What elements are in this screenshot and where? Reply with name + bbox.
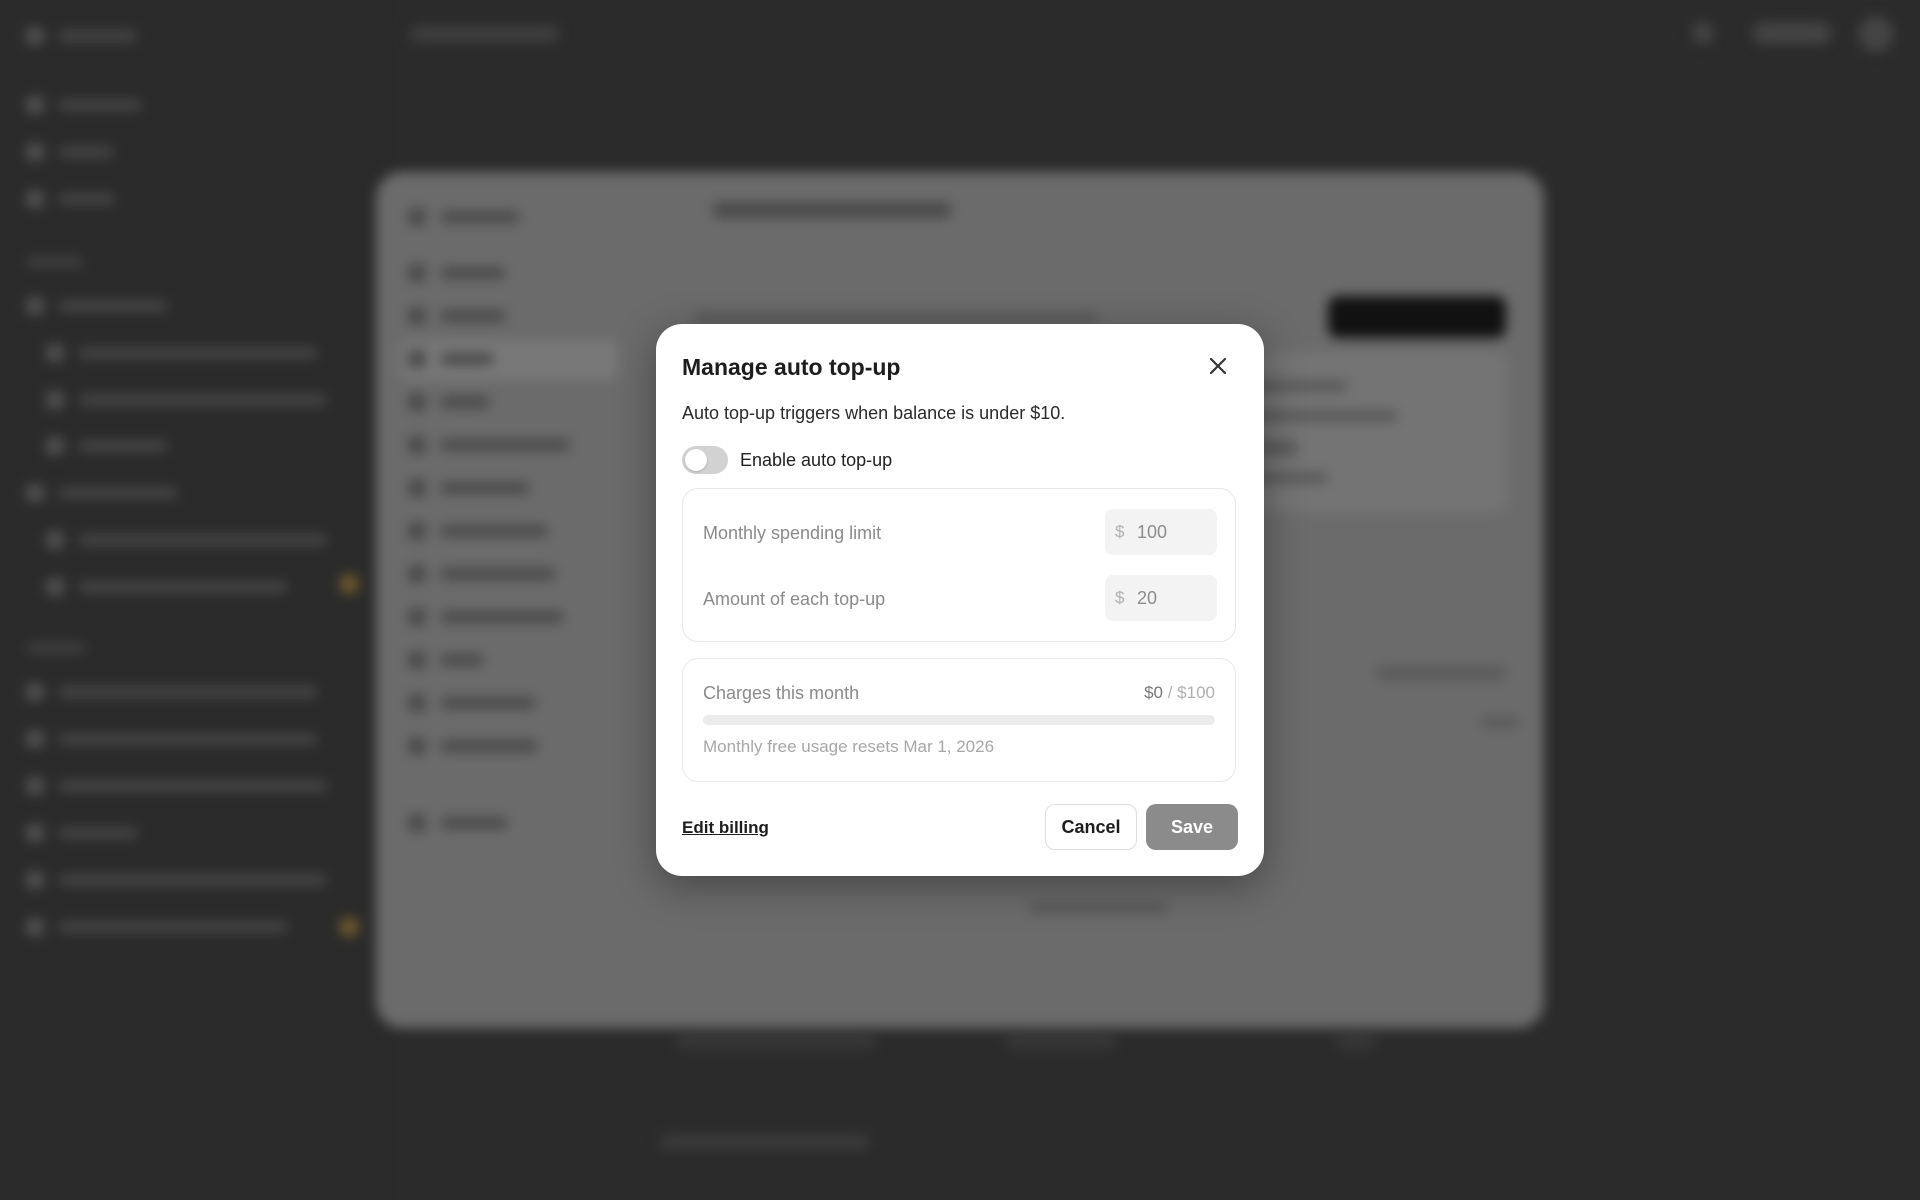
background-avatar	[1858, 16, 1894, 52]
bg-modal-row	[408, 649, 484, 671]
bg-modal-row	[408, 348, 494, 370]
sidebar-row	[26, 727, 318, 751]
sidebar-badge	[340, 575, 358, 593]
charges-used: $0	[1144, 683, 1163, 702]
sidebar-row	[26, 821, 138, 845]
bg-modal-row	[408, 262, 506, 284]
monthly-limit-input[interactable]: $ 100	[1105, 509, 1217, 555]
charges-limit: $100	[1177, 683, 1215, 702]
sidebar-row	[46, 341, 318, 365]
bg-modal-row	[408, 477, 530, 499]
dialog-title: Manage auto top-up	[682, 354, 901, 380]
bg-modal-row	[408, 812, 508, 834]
sidebar-badge	[340, 918, 358, 936]
charges-label: Charges this month	[703, 683, 860, 703]
background-page-title	[410, 22, 560, 48]
monthly-limit-label: Monthly spending limit	[703, 523, 882, 543]
sidebar-row	[26, 774, 328, 798]
bg-modal-row	[408, 735, 538, 757]
bg-modal-row	[408, 391, 490, 413]
sidebar-row	[46, 434, 168, 458]
bg-modal-row	[408, 206, 520, 228]
bg-line	[660, 1134, 870, 1150]
charges-amount: $0 / $100	[1144, 683, 1215, 703]
charges-group: Charges this month $0 / $100 Monthly fre…	[682, 658, 1236, 782]
sidebar-row	[26, 868, 328, 892]
sidebar-row	[46, 388, 328, 412]
save-button[interactable]: Save	[1146, 804, 1238, 850]
sidebar-row	[46, 575, 288, 599]
sidebar-row	[26, 481, 178, 505]
reset-note: Monthly free usage resets Mar 1, 2026	[703, 737, 995, 756]
monthly-limit-value: 100	[1137, 521, 1168, 542]
bg-modal-line	[1028, 902, 1168, 914]
bg-modal-cta	[1328, 296, 1506, 338]
sidebar-row	[26, 187, 116, 211]
bg-modal-row	[408, 692, 536, 714]
auto-topup-toggle[interactable]	[682, 446, 728, 474]
background-sidebar	[0, 0, 380, 1200]
close-button[interactable]	[1204, 354, 1232, 382]
close-icon	[1209, 357, 1227, 380]
bg-line	[676, 1036, 876, 1048]
topup-amount-input[interactable]: $ 20	[1105, 575, 1217, 621]
cancel-button[interactable]: Cancel	[1045, 804, 1137, 850]
bg-modal-row	[408, 305, 506, 327]
sidebar-row	[26, 915, 288, 939]
sidebar-row	[26, 680, 318, 704]
bg-line	[1336, 1036, 1376, 1048]
sidebar-row	[26, 250, 84, 274]
topup-amount-label: Amount of each top-up	[703, 589, 886, 609]
charges-progress-bar	[703, 715, 1215, 725]
bg-modal-line	[694, 312, 1098, 324]
background-icon	[1752, 22, 1832, 44]
background-icon	[1692, 22, 1714, 44]
topup-amount-value: 20	[1137, 587, 1158, 608]
bg-modal-line	[1480, 716, 1520, 728]
sidebar-row	[26, 294, 168, 318]
auto-topup-dialog: Manage auto top-up Auto top-up triggers …	[656, 324, 1264, 876]
edit-billing-link[interactable]: Edit billing	[682, 818, 769, 838]
charges-separator: /	[1163, 683, 1178, 702]
toggle-knob	[685, 449, 707, 471]
bg-modal-row	[408, 434, 570, 456]
bg-modal-title	[712, 198, 952, 224]
bg-modal-row	[408, 520, 548, 542]
sidebar-row	[26, 636, 86, 660]
dialog-description: Auto top-up triggers when balance is und…	[682, 403, 1066, 423]
bg-modal-line	[1376, 666, 1506, 680]
bg-modal-row	[408, 606, 564, 628]
auto-topup-toggle-row[interactable]: Enable auto top-up	[682, 446, 892, 474]
currency-symbol: $	[1115, 522, 1125, 541]
sidebar-row	[26, 24, 138, 48]
topup-settings-group: Monthly spending limit $ 100 Amount of e…	[682, 488, 1236, 642]
toggle-label: Enable auto top-up	[740, 449, 893, 470]
sidebar-row	[26, 93, 142, 117]
sidebar-row	[46, 528, 328, 552]
sidebar-row	[26, 140, 114, 164]
bg-line	[1006, 1036, 1116, 1048]
currency-symbol: $	[1115, 588, 1125, 607]
bg-modal-row	[408, 563, 556, 585]
